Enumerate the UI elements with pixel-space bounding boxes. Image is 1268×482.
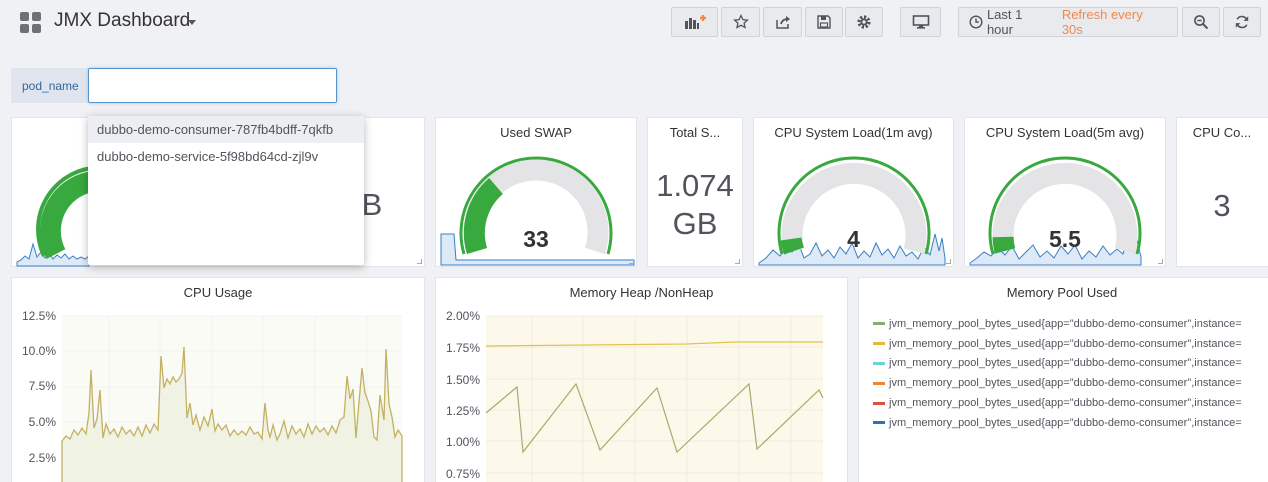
legend-swatch <box>873 381 885 385</box>
tv-mode-icon <box>912 15 929 29</box>
graph-panel-memory-heap[interactable]: Memory Heap /NonHeap 2.00% 1.75% 1.50% 1… <box>435 277 848 482</box>
stat-value-cpu-load-1m: 4 <box>847 226 860 252</box>
zoom-out-icon <box>1194 15 1209 30</box>
caret-down-icon[interactable] <box>188 20 196 25</box>
legend-label: jvm_memory_pool_bytes_used{app="dubbo-de… <box>889 317 1242 330</box>
legend-label: jvm_memory_pool_bytes_used{app="dubbo-de… <box>889 357 1242 370</box>
cpu-usage-graph <box>61 315 403 482</box>
legend-item[interactable]: jvm_memory_pool_bytes_used{app="dubbo-de… <box>873 334 1242 354</box>
pod-name-input[interactable] <box>88 68 337 103</box>
dashboards-grid-icon[interactable] <box>20 12 41 33</box>
legend-label: jvm_memory_pool_bytes_used{app="dubbo-de… <box>889 416 1242 429</box>
stat-panel-cpu-load-1m[interactable]: CPU System Load(1m avg) 4 <box>753 117 954 267</box>
legend-item[interactable]: jvm_memory_pool_bytes_used{app="dubbo-de… <box>873 393 1242 413</box>
stat-panel-cpu-cores[interactable]: CPU Co... 3 <box>1176 117 1268 267</box>
stat-panel-cpu-load-5m[interactable]: CPU System Load(5m avg) 5.5 <box>964 117 1166 267</box>
add-panel-icon <box>684 15 706 29</box>
legend-label: jvm_memory_pool_bytes_used{app="dubbo-de… <box>889 377 1242 390</box>
zoom-out-button[interactable] <box>1182 7 1220 37</box>
stat-value-cpu-load-5m: 5.5 <box>1049 226 1081 252</box>
clock-icon <box>969 15 983 29</box>
stat-value-used-swap: 33 <box>523 226 549 252</box>
stat-unit-total-swap: GB <box>672 206 718 241</box>
legend-swatch <box>873 361 885 365</box>
panel-title: CPU Co... <box>1192 125 1252 140</box>
resize-handle[interactable] <box>1158 259 1163 264</box>
legend-item[interactable]: jvm_memory_pool_bytes_used{app="dubbo-de… <box>873 354 1242 374</box>
legend-item[interactable]: jvm_memory_pool_bytes_used{app="dubbo-de… <box>873 373 1242 393</box>
stat-panel-total-swap[interactable]: Total S... 1.074 GB <box>647 117 743 267</box>
memory-heap-graph <box>485 315 824 482</box>
legend-label: jvm_memory_pool_bytes_used{app="dubbo-de… <box>889 337 1242 350</box>
legend-item[interactable]: jvm_memory_pool_bytes_used{app="dubbo-de… <box>873 413 1242 433</box>
refresh-interval-label: Refresh every 30s <box>1061 7 1143 37</box>
graph-panel-cpu-usage[interactable]: CPU Usage 12.5% 10.0% 7.5% 5.0% 2.5% <box>11 277 425 482</box>
legend-swatch <box>873 322 885 326</box>
resize-handle[interactable] <box>629 259 634 264</box>
refresh-icon <box>1235 15 1249 29</box>
legend-label: jvm_memory_pool_bytes_used{app="dubbo-de… <box>889 397 1242 410</box>
dashboard-title[interactable]: JMX Dashboard <box>54 10 190 32</box>
share-icon <box>775 16 790 29</box>
pod-name-dropdown: dubbo-demo-consumer-787fb4bdff-7qkfb dub… <box>88 116 364 265</box>
settings-icon <box>857 15 871 29</box>
time-range-label: Last 1 hour <box>986 7 1023 37</box>
settings-button[interactable] <box>845 7 883 37</box>
top-navbar: JMX Dashboard Last 1 hour Refresh every … <box>0 0 1268 46</box>
resize-handle[interactable] <box>417 259 422 264</box>
star-button[interactable] <box>721 7 760 37</box>
save-icon <box>817 15 831 29</box>
dropdown-option[interactable]: dubbo-demo-service-5f98bd64cd-zjl9v <box>88 143 364 170</box>
resize-handle[interactable] <box>735 259 740 264</box>
time-picker-button[interactable]: Last 1 hour Refresh every 30s <box>958 7 1178 37</box>
stat-value-cpu-cores: 3 <box>1213 188 1231 223</box>
stat-panel-used-swap[interactable]: Used SWAP 33 <box>435 117 637 267</box>
dropdown-option[interactable]: dubbo-demo-consumer-787fb4bdff-7qkfb <box>88 116 364 143</box>
add-panel-button[interactable] <box>671 7 718 37</box>
panel-title: Memory Pool Used <box>1006 285 1118 300</box>
variable-label-pod-name: pod_name <box>11 68 88 103</box>
legend: jvm_memory_pool_bytes_used{app="dubbo-de… <box>873 314 1242 433</box>
save-button[interactable] <box>805 7 843 37</box>
legend-swatch <box>873 421 885 425</box>
graph-panel-memory-pool[interactable]: Memory Pool Used jvm_memory_pool_bytes_u… <box>858 277 1268 482</box>
legend-swatch <box>873 401 885 405</box>
stat-value-total-swap: 1.074 <box>656 168 734 203</box>
tv-mode-button[interactable] <box>900 7 941 37</box>
legend-swatch <box>873 342 885 346</box>
panel-title: Total S... <box>669 125 721 140</box>
star-icon <box>732 14 749 29</box>
resize-handle[interactable] <box>946 259 951 264</box>
legend-item[interactable]: jvm_memory_pool_bytes_used{app="dubbo-de… <box>873 314 1242 334</box>
share-button[interactable] <box>763 7 802 37</box>
refresh-button[interactable] <box>1223 7 1261 37</box>
